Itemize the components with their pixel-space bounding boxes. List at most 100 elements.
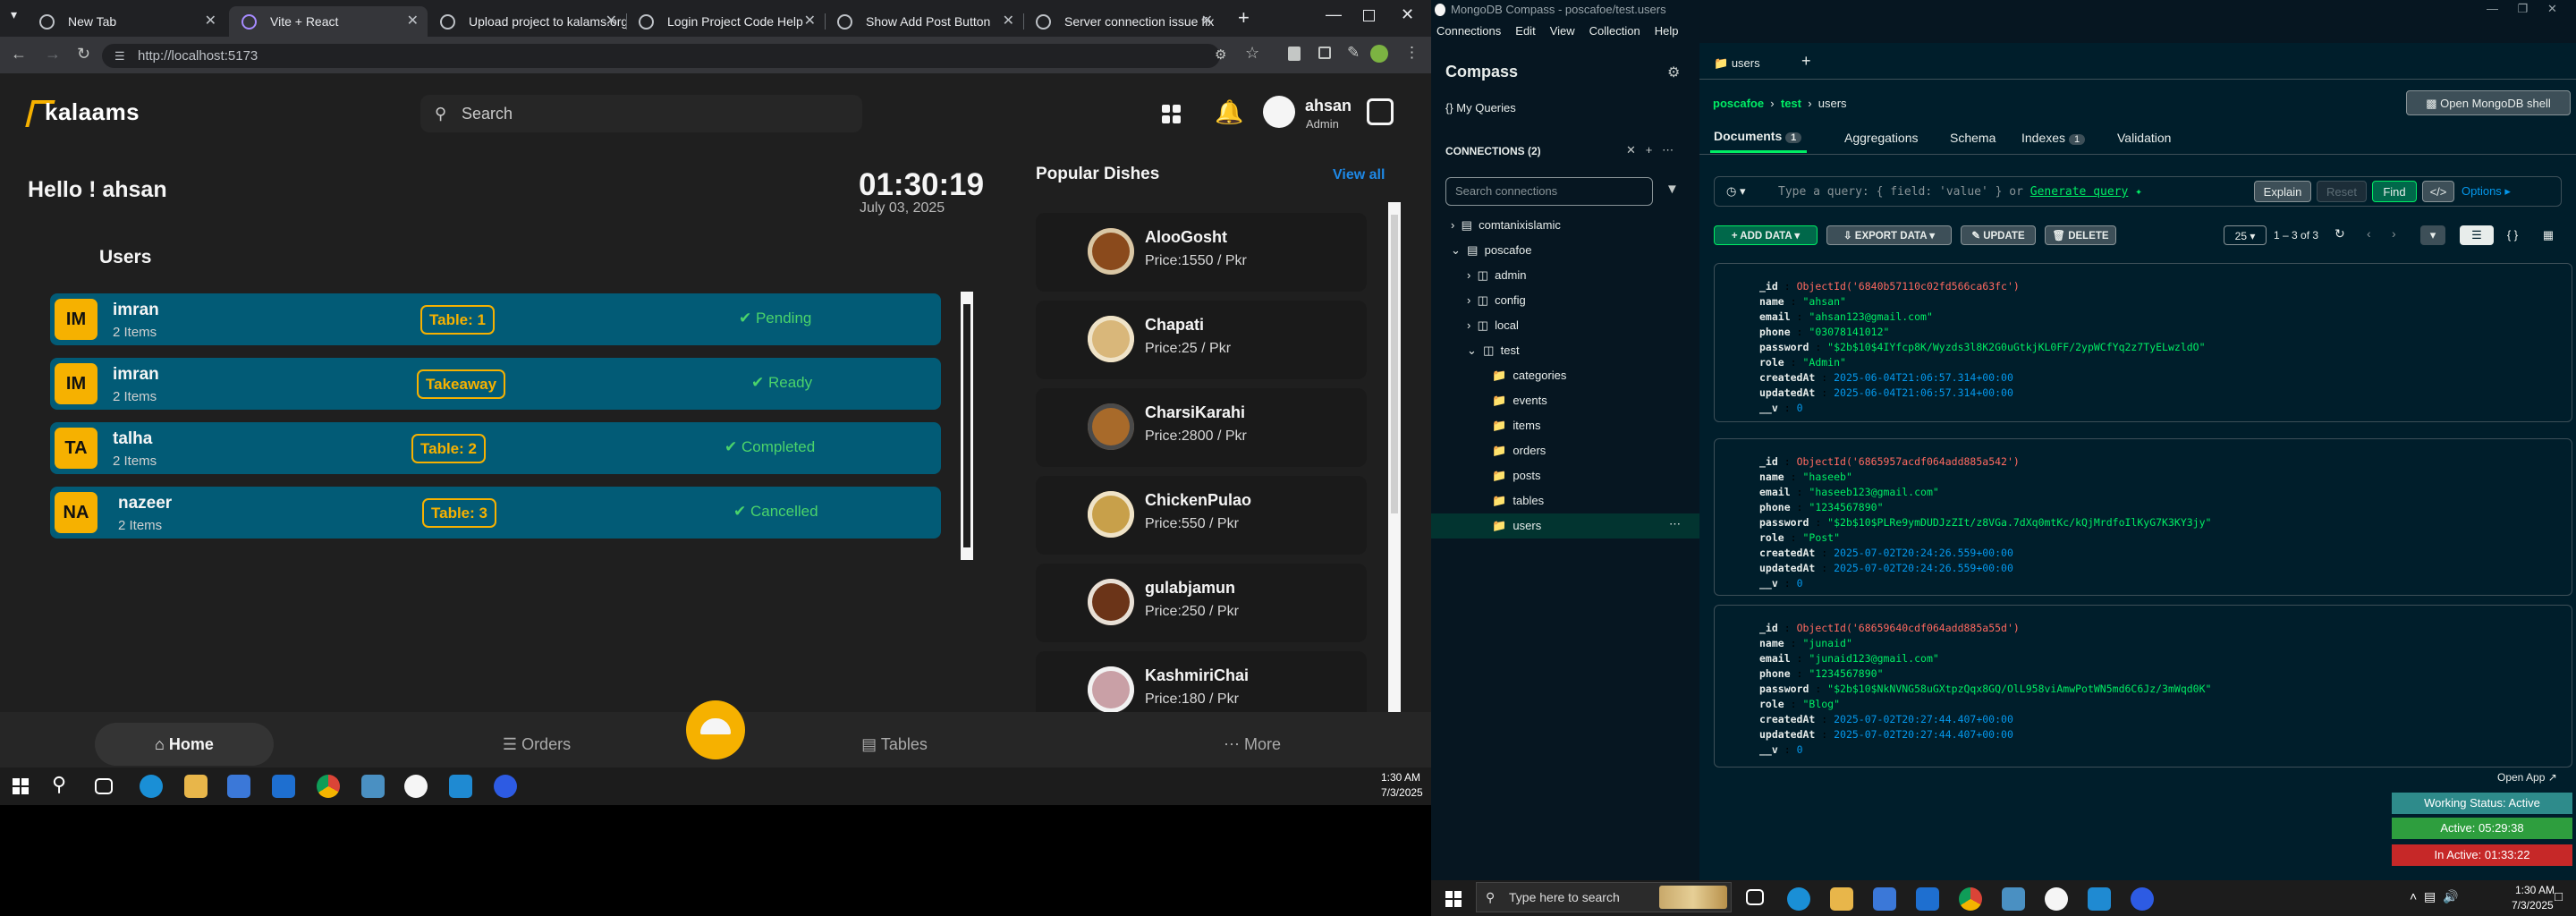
logout-icon[interactable] [1367,98,1394,125]
tab-upload-project[interactable]: Upload project to kalams.org ✕ [428,6,626,37]
reload-icon[interactable]: ↻ [77,45,90,64]
sidebar-item-tables[interactable]: 📁 tables [1492,494,1544,508]
bell-action-button[interactable] [686,700,745,759]
store-icon[interactable] [1873,887,1896,911]
tab-users[interactable]: 📁 users [1705,50,1794,77]
subtab-validation[interactable]: Validation [2117,131,2171,145]
explain-button[interactable]: Explain [2254,181,2311,202]
connections-search[interactable]: Search connections [1445,177,1653,206]
sidebar-item-admin[interactable]: › ◫ admin [1467,268,1527,283]
collection-more-icon[interactable]: ⋯ [1669,517,1681,531]
dishes-scrollbar[interactable] [1388,202,1401,714]
profile-avatar-icon[interactable] [1370,45,1388,63]
sidebar-item-local[interactable]: › ◫ local [1467,318,1519,333]
document-card[interactable]: _id : ObjectId('6865957acdf064add885a542… [1714,438,2572,596]
menu-view[interactable]: View [1550,24,1575,38]
order-card[interactable]: TA talha 2 Items Table: 2 ✔ Completed [50,422,941,474]
order-card[interactable]: IM imran 2 Items Takeaway ✔ Ready [50,358,941,410]
close-window-icon[interactable]: ✕ [1401,5,1414,24]
dish-card[interactable]: ChickenPulao Price:550 / Pkr [1036,476,1367,555]
open-app-link[interactable]: Open App ↗ [2497,771,2557,784]
minimize-icon[interactable]: — [1326,5,1342,24]
task-view-icon[interactable] [1746,889,1764,905]
edge-icon[interactable] [1787,887,1810,911]
sidebar-item-events[interactable]: 📁 events [1492,394,1547,408]
tab-vite-react[interactable]: Vite + React ✕ [229,6,428,37]
tab-show-add-post[interactable]: Show Add Post Button ✕ [825,6,1023,37]
order-card[interactable]: NA nazeer 2 Items Table: 3 ✔ Cancelled [50,487,941,539]
export-data-button[interactable]: ⇩ EXPORT DATA ▾ [1826,225,1952,245]
zoom-icon[interactable] [494,775,517,798]
close-tab-icon[interactable]: ✕ [407,6,419,37]
update-button[interactable]: ✎ UPDATE [1961,225,2036,245]
dish-card[interactable]: gulabjamun Price:250 / Pkr [1036,564,1367,642]
window-controls[interactable]: — ❐ ✕ [2487,2,2557,16]
page-size-select[interactable]: 25 ▾ [2224,225,2267,245]
order-card[interactable]: IM imran 2 Items Table: 1 ✔ Pending [50,293,941,345]
sidebar-item-test[interactable]: ⌄ ◫ test [1467,344,1520,358]
password-key-icon[interactable]: ⚙ [1215,47,1226,63]
options-toggle[interactable]: Options ▸ [2462,184,2511,199]
compass-icon[interactable] [404,775,428,798]
nav-tables[interactable]: ▤ Tables [805,723,984,766]
chrome-icon[interactable] [317,775,340,798]
list-view-toggle[interactable]: ☰ [2460,225,2494,245]
system-tray-icons[interactable]: ˄ ▤ 🔊 [2410,889,2458,904]
tab-new-tab[interactable]: New Tab ✕ [27,6,225,37]
maximize-icon[interactable] [1363,10,1375,21]
document-card[interactable]: _id : ObjectId('6840b57110c02fd566ca63fc… [1714,263,2572,422]
mail-icon[interactable] [272,775,295,798]
new-tab-button[interactable]: + [1238,6,1250,30]
extensions-puzzle-icon[interactable]: ✎ [1347,44,1360,62]
close-tab-icon[interactable]: ✕ [804,6,816,37]
user-avatar-icon[interactable] [1263,96,1295,128]
nav-orders[interactable]: ☰ Orders [447,723,626,766]
extension-icon-1[interactable] [1288,47,1301,61]
next-page-icon[interactable]: › [2392,226,2396,241]
dish-card[interactable]: KashmiriChai Price:180 / Pkr [1036,651,1367,714]
app-icon[interactable] [361,775,385,798]
json-view-toggle[interactable]: { } [2496,225,2529,245]
close-tab-icon[interactable]: ✕ [606,6,617,37]
store-icon[interactable] [227,775,250,798]
sidebar-item-conn2[interactable]: ⌄ ▤ poscafoe [1451,243,1531,258]
dish-card[interactable]: Chapati Price:25 / Pkr [1036,301,1367,379]
subtab-indexes[interactable]: Indexes 1 [2021,131,2086,145]
close-tab-icon[interactable]: ✕ [1201,6,1213,37]
extension-icon-2[interactable] [1318,47,1331,59]
mail-icon[interactable] [1916,887,1939,911]
users-scrollbar[interactable] [961,292,973,560]
prev-page-icon[interactable]: ‹ [2367,226,2371,241]
file-explorer-icon[interactable] [184,775,208,798]
close-tab-icon[interactable]: ✕ [205,6,216,37]
document-card[interactable]: _id : ObjectId('68659640cdf064add885a55d… [1714,605,2572,768]
dashboard-grid-icon[interactable] [1162,105,1182,124]
tab-server-connection[interactable]: Server connection issue fix ✕ [1023,6,1222,37]
open-shell-button[interactable]: ▩ Open MongoDB shell [2406,90,2571,115]
app-icon[interactable] [2002,887,2025,911]
url-input[interactable]: ☰ http://localhost:5173 [102,44,1220,68]
sidebar-actions[interactable]: ✕ + ⋯ [1626,143,1674,157]
table-view-toggle[interactable]: ▦ [2531,225,2565,245]
subtab-aggregations[interactable]: Aggregations [1844,131,1919,145]
find-button[interactable]: Find [2372,181,2417,202]
sidebar-item-users[interactable]: 📁 users [1492,519,1541,533]
reset-button[interactable]: Reset [2317,181,2367,202]
sidebar-item-config[interactable]: › ◫ config [1467,293,1526,308]
query-code-toggle[interactable]: </> [2422,181,2454,202]
edge-icon[interactable] [140,775,163,798]
dish-card[interactable]: CharsiKarahi Price:2800 / Pkr [1036,388,1367,467]
query-history-icon[interactable]: ◷ ▾ [1726,184,1745,199]
menu-connections[interactable]: Connections [1436,24,1501,38]
search-input[interactable]: ⚲ Search [420,95,862,132]
dish-card[interactable]: AlooGosht Price:1550 / Pkr [1036,213,1367,292]
sidebar-item-orders[interactable]: 📁 orders [1492,444,1546,458]
nav-more[interactable]: ⋯ More [1163,723,1342,766]
chrome-icon[interactable] [1959,887,1982,911]
search-icon[interactable]: ⚲ [52,773,66,796]
tab-search-icon[interactable]: ▾ [11,7,17,22]
file-explorer-icon[interactable] [1830,887,1853,911]
add-data-button[interactable]: + ADD DATA ▾ [1714,225,1818,245]
vscode-icon[interactable] [449,775,472,798]
sidebar-item-items[interactable]: 📁 items [1492,419,1540,433]
